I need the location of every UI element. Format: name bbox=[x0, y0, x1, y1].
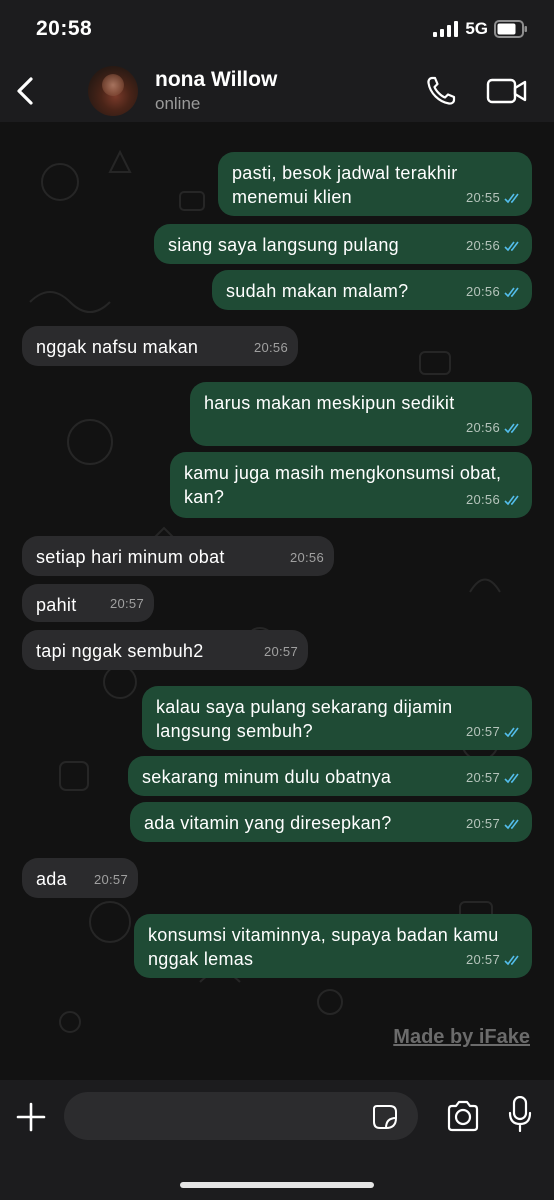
double-check-icon bbox=[504, 773, 519, 783]
video-camera-icon[interactable] bbox=[486, 74, 528, 108]
message-text: kamu juga masih mengkonsumsi obat, kan? bbox=[184, 463, 502, 507]
double-check-icon bbox=[504, 727, 519, 737]
message-time: 20:57 bbox=[93, 872, 128, 887]
status-bar: 20:58 5G bbox=[0, 0, 554, 60]
message-text: siang saya langsung pulang bbox=[168, 235, 399, 255]
message-outgoing[interactable]: sudah makan malam? 20:56 bbox=[212, 270, 532, 310]
message-text: ada bbox=[36, 869, 67, 889]
message-text: ada vitamin yang diresepkan? bbox=[144, 813, 392, 833]
camera-icon[interactable] bbox=[446, 1100, 480, 1132]
contact-name[interactable]: nona Willow bbox=[155, 68, 277, 92]
message-incoming[interactable]: tapi nggak sembuh2 20:57 bbox=[22, 630, 308, 670]
message-time: 20:56 bbox=[253, 340, 288, 355]
watermark: Made by iFake bbox=[393, 1026, 530, 1048]
message-time: 20:57 bbox=[465, 816, 500, 831]
double-check-icon bbox=[504, 819, 519, 829]
message-input[interactable] bbox=[64, 1092, 418, 1140]
contact-status: online bbox=[155, 94, 201, 113]
message-text: tapi nggak sembuh2 bbox=[36, 641, 204, 661]
signal-icon bbox=[433, 21, 459, 37]
message-meta: 20:56 bbox=[290, 546, 324, 570]
status-time: 20:58 bbox=[36, 17, 93, 40]
back-chevron-icon[interactable] bbox=[12, 73, 40, 109]
double-check-icon bbox=[504, 193, 519, 203]
phone-icon[interactable] bbox=[424, 74, 458, 108]
home-indicator bbox=[180, 1182, 374, 1188]
message-time: 20:56 bbox=[289, 550, 324, 565]
message-time: 20:57 bbox=[465, 724, 500, 739]
avatar[interactable] bbox=[88, 66, 138, 116]
message-outgoing[interactable]: kalau saya pulang sekarang dijamin langs… bbox=[142, 686, 532, 750]
chat-area[interactable]: pasti, besok jadwal terakhir menemui kli… bbox=[0, 122, 554, 1080]
message-text: pasti, besok jadwal terakhir menemui kli… bbox=[232, 163, 458, 207]
message-meta: 20:57 bbox=[264, 640, 298, 664]
chat-header: nona Willow online bbox=[0, 60, 554, 122]
message-time: 20:55 bbox=[465, 190, 500, 205]
battery-icon bbox=[494, 20, 527, 38]
message-outgoing[interactable]: sekarang minum dulu obatnya 20:57 bbox=[128, 756, 532, 796]
message-outgoing[interactable]: siang saya langsung pulang 20:56 bbox=[154, 224, 532, 264]
message-meta: 20:57 bbox=[466, 812, 522, 836]
message-text: pahit bbox=[36, 595, 77, 615]
network-type: 5G bbox=[465, 19, 488, 38]
message-outgoing[interactable]: kamu juga masih mengkonsumsi obat, kan? … bbox=[170, 452, 532, 518]
message-text: kalau saya pulang sekarang dijamin langs… bbox=[156, 697, 453, 741]
message-incoming[interactable]: pahit 20:57 bbox=[22, 584, 154, 622]
message-text: sudah makan malam? bbox=[226, 281, 409, 301]
double-check-icon bbox=[504, 241, 519, 251]
message-time: 20:57 bbox=[465, 952, 500, 967]
double-check-icon bbox=[504, 495, 519, 505]
message-meta: 20:57 bbox=[94, 868, 128, 892]
message-meta: 20:57 bbox=[466, 948, 522, 972]
message-outgoing[interactable]: konsumsi vitaminnya, supaya badan kamu n… bbox=[134, 914, 532, 978]
message-meta: 20:57 bbox=[466, 720, 522, 744]
message-outgoing[interactable]: harus makan meskipun sedikit 20:56 bbox=[190, 382, 532, 446]
message-text: sekarang minum dulu obatnya bbox=[142, 767, 392, 787]
message-text: konsumsi vitaminnya, supaya badan kamu n… bbox=[148, 925, 499, 969]
message-incoming[interactable]: ada 20:57 bbox=[22, 858, 138, 898]
message-time: 20:57 bbox=[109, 596, 144, 611]
message-meta: 20:57 bbox=[466, 766, 522, 790]
message-text: setiap hari minum obat bbox=[36, 547, 225, 567]
message-time: 20:57 bbox=[263, 644, 298, 659]
message-incoming[interactable]: setiap hari minum obat 20:56 bbox=[22, 536, 334, 576]
message-time: 20:56 bbox=[465, 284, 500, 299]
message-meta: 20:57 bbox=[110, 592, 144, 616]
message-time: 20:57 bbox=[465, 770, 500, 785]
status-indicators: 5G bbox=[433, 19, 528, 39]
double-check-icon bbox=[504, 955, 519, 965]
message-outgoing[interactable]: pasti, besok jadwal terakhir menemui kli… bbox=[218, 152, 532, 216]
message-meta: 20:56 bbox=[466, 234, 522, 258]
message-meta: 20:56 bbox=[254, 336, 288, 360]
message-incoming[interactable]: nggak nafsu makan 20:56 bbox=[22, 326, 298, 366]
plus-icon[interactable] bbox=[14, 1100, 48, 1134]
sticker-icon[interactable] bbox=[372, 1104, 398, 1130]
message-meta: 20:55 bbox=[466, 186, 522, 210]
message-time: 20:56 bbox=[465, 492, 500, 507]
composer-bar bbox=[0, 1080, 554, 1200]
double-check-icon bbox=[504, 287, 519, 297]
message-text: nggak nafsu makan bbox=[36, 337, 199, 357]
message-text: harus makan meskipun sedikit bbox=[204, 393, 455, 413]
microphone-icon[interactable] bbox=[508, 1096, 532, 1132]
message-time: 20:56 bbox=[465, 238, 500, 253]
message-time: 20:56 bbox=[465, 420, 500, 435]
message-meta: 20:56 bbox=[466, 280, 522, 304]
message-meta: 20:56 bbox=[466, 416, 522, 440]
message-meta: 20:56 bbox=[466, 488, 522, 512]
message-outgoing[interactable]: ada vitamin yang diresepkan? 20:57 bbox=[130, 802, 532, 842]
double-check-icon bbox=[504, 423, 519, 433]
